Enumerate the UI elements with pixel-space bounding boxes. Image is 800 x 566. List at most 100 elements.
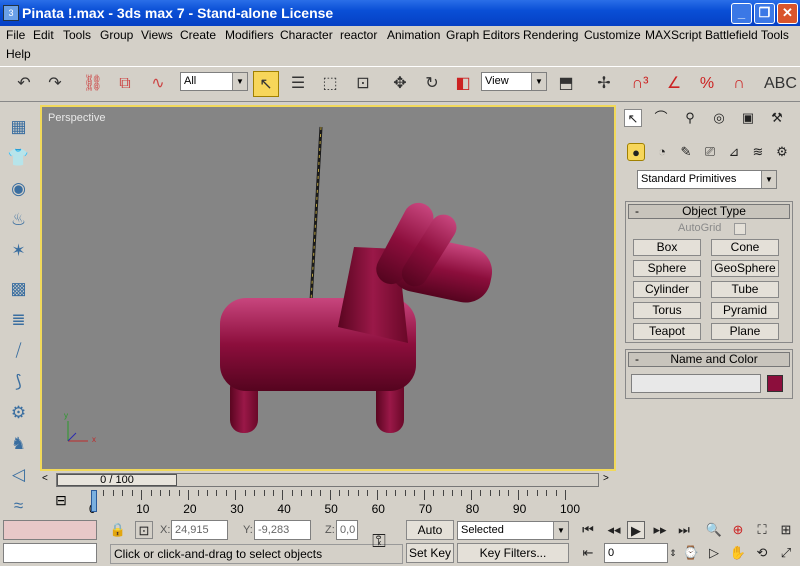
select-by-name-icon[interactable]: ☰ — [285, 71, 311, 97]
time-prev-arrow-icon[interactable]: < — [42, 473, 48, 484]
space-warps-icon[interactable]: ≋ — [749, 143, 767, 161]
gear-icon[interactable]: ⚙ — [5, 399, 32, 427]
key-filters-button[interactable]: Key Filters... — [457, 543, 569, 563]
menu-help[interactable]: Help — [6, 45, 31, 63]
teapot-icon[interactable]: ♨ — [5, 206, 32, 234]
menu-tools[interactable]: Tools — [63, 26, 91, 44]
auto-key-button[interactable]: Auto Key — [406, 520, 454, 555]
menu-animation[interactable]: Animation — [387, 26, 440, 44]
bind-to-space-warp-icon[interactable]: ∿ — [145, 71, 171, 97]
menu-battlefield-tools[interactable]: Battlefield Tools — [705, 26, 789, 44]
menu-rendering[interactable]: Rendering — [523, 26, 578, 44]
helpers-icon[interactable]: ⊿ — [725, 143, 743, 161]
systems-icon[interactable]: ⚙ — [773, 143, 791, 161]
autogrid-checkbox[interactable] — [734, 223, 746, 235]
cone-button[interactable]: Cone — [711, 239, 779, 256]
key-mode-toggle-icon[interactable]: ⇤ — [579, 544, 597, 562]
checker-icon[interactable]: ▩ — [5, 275, 32, 303]
app-icon[interactable]: 3 — [3, 5, 19, 21]
go-to-end-icon[interactable]: ⏭ — [675, 521, 693, 539]
torus-button[interactable]: Torus — [633, 302, 701, 319]
percent-snap-icon[interactable]: % — [694, 71, 720, 97]
time-slider[interactable]: < 0 / 100 > — [40, 472, 616, 488]
cameras-icon[interactable]: ⎚ — [701, 143, 719, 161]
zoom-extents-icon[interactable]: ⛶ — [753, 521, 771, 539]
spinner-icon[interactable]: ⇕ — [668, 544, 678, 562]
previous-frame-icon[interactable]: ◂◂ — [605, 521, 623, 539]
key-mode-dropdown[interactable]: Selected ▼ — [457, 521, 569, 540]
create-tab-icon[interactable]: ↖ — [624, 109, 642, 127]
menu-modifiers[interactable]: Modifiers — [225, 26, 274, 44]
x-coordinate-input[interactable]: 24,915 — [171, 520, 228, 540]
lights-icon[interactable]: ✎ — [677, 143, 695, 161]
perspective-viewport[interactable]: Perspective y x — [40, 105, 616, 471]
field-of-view-icon[interactable]: ▷ — [705, 544, 723, 562]
object-name-input[interactable] — [631, 374, 761, 393]
menu-file[interactable]: File — [6, 26, 25, 44]
next-frame-icon[interactable]: ▸▸ — [651, 521, 669, 539]
menu-customize[interactable]: Customize — [584, 26, 641, 44]
unlink-selection-icon[interactable]: ⧉ — [112, 71, 138, 97]
z-coordinate-input[interactable]: 0,0 — [336, 520, 358, 540]
select-and-move-icon[interactable]: ✥ — [387, 71, 413, 97]
teapot-button[interactable]: Teapot — [633, 323, 701, 340]
close-button[interactable]: ✕ — [777, 3, 798, 24]
menu-create[interactable]: Create — [180, 26, 216, 44]
arc-rotate-icon[interactable]: ⟲ — [753, 544, 771, 562]
current-frame-input[interactable]: 0 — [604, 543, 668, 563]
zoom-extents-all-icon[interactable]: ⊞ — [777, 521, 795, 539]
motion-tab-icon[interactable]: ◎ — [710, 109, 728, 127]
shapes-icon[interactable]: ◔ — [653, 143, 671, 161]
create-geometry-icon[interactable]: ▦ — [5, 113, 32, 141]
modify-tab-icon[interactable]: ⌒ — [652, 109, 670, 127]
menu-edit[interactable]: Edit — [33, 26, 54, 44]
undo-icon[interactable]: ↶ — [11, 71, 37, 97]
title-bar[interactable]: Pinata !.max - 3ds max 7 - Stand-alone L… — [0, 0, 800, 26]
y-coordinate-input[interactable]: -9,283 — [254, 520, 311, 540]
pivot-center-icon[interactable]: ⬒ — [553, 71, 579, 97]
track-bar[interactable]: 0102030405060708090100 — [40, 490, 616, 516]
select-object-icon[interactable]: ↖ — [253, 71, 279, 97]
snaps-toggle-icon[interactable]: ∩³ — [627, 71, 653, 97]
geosphere-button[interactable]: GeoSphere — [711, 260, 779, 277]
set-key-button[interactable]: Set Key — [406, 543, 454, 563]
object-color-swatch[interactable] — [767, 375, 783, 392]
maxscript-listener-mini[interactable] — [3, 520, 97, 540]
current-frame-marker[interactable] — [91, 490, 97, 512]
geometry-icon[interactable]: ● — [627, 143, 645, 161]
menu-group[interactable]: Group — [100, 26, 133, 44]
absolute-mode-icon[interactable]: ⊡ — [135, 521, 153, 539]
biped-icon[interactable]: ♞ — [5, 430, 32, 458]
set-key-icon[interactable]: ⚿ — [366, 532, 392, 550]
reference-coordinate-dropdown[interactable]: View ▼ — [481, 72, 547, 91]
hierarchy-tab-icon[interactable]: ⚲ — [681, 109, 699, 127]
zoom-icon[interactable]: 🔍 — [705, 521, 723, 539]
pyramid-button[interactable]: Pyramid — [711, 302, 779, 319]
shirt-icon[interactable]: 👕 — [5, 144, 32, 172]
box-button[interactable]: Box — [633, 239, 701, 256]
menu-character[interactable]: Character — [280, 26, 333, 44]
sphere-button[interactable]: Sphere — [633, 260, 701, 277]
star-figure-icon[interactable]: ✶ — [5, 237, 32, 265]
name-and-color-header[interactable]: - Name and Color — [628, 352, 790, 367]
lock-selection-icon[interactable]: 🔒 — [109, 521, 127, 539]
named-selection-icon[interactable]: ABC — [764, 71, 797, 97]
primitive-category-dropdown[interactable]: Standard Primitives ▼ — [637, 170, 777, 189]
time-next-arrow-icon[interactable]: > — [603, 473, 609, 484]
menu-maxscript[interactable]: MAXScript — [645, 26, 702, 44]
maximize-viewport-icon[interactable]: ⤢ — [777, 544, 795, 562]
display-tab-icon[interactable]: ▣ — [739, 109, 757, 127]
spinner-snap-icon[interactable]: ∩ — [726, 71, 752, 97]
select-and-manipulate-icon[interactable]: ✢ — [591, 71, 617, 97]
menu-reactor[interactable]: reactor — [340, 26, 377, 44]
menu-views[interactable]: Views — [141, 26, 173, 44]
hose-icon[interactable]: ⟆ — [5, 368, 32, 396]
select-and-link-icon[interactable]: ⛓ — [80, 71, 106, 97]
menu-graph-editors[interactable]: Graph Editors — [446, 26, 520, 44]
cylinder-button[interactable]: Cylinder — [633, 281, 701, 298]
fish-icon[interactable]: ◁ — [5, 461, 32, 489]
utilities-tab-icon[interactable]: ⚒ — [768, 109, 786, 127]
selection-filter-dropdown[interactable]: All ▼ — [180, 72, 248, 91]
maxscript-input-mini[interactable] — [3, 543, 97, 563]
time-configuration-icon[interactable]: ⌚ — [682, 544, 700, 562]
